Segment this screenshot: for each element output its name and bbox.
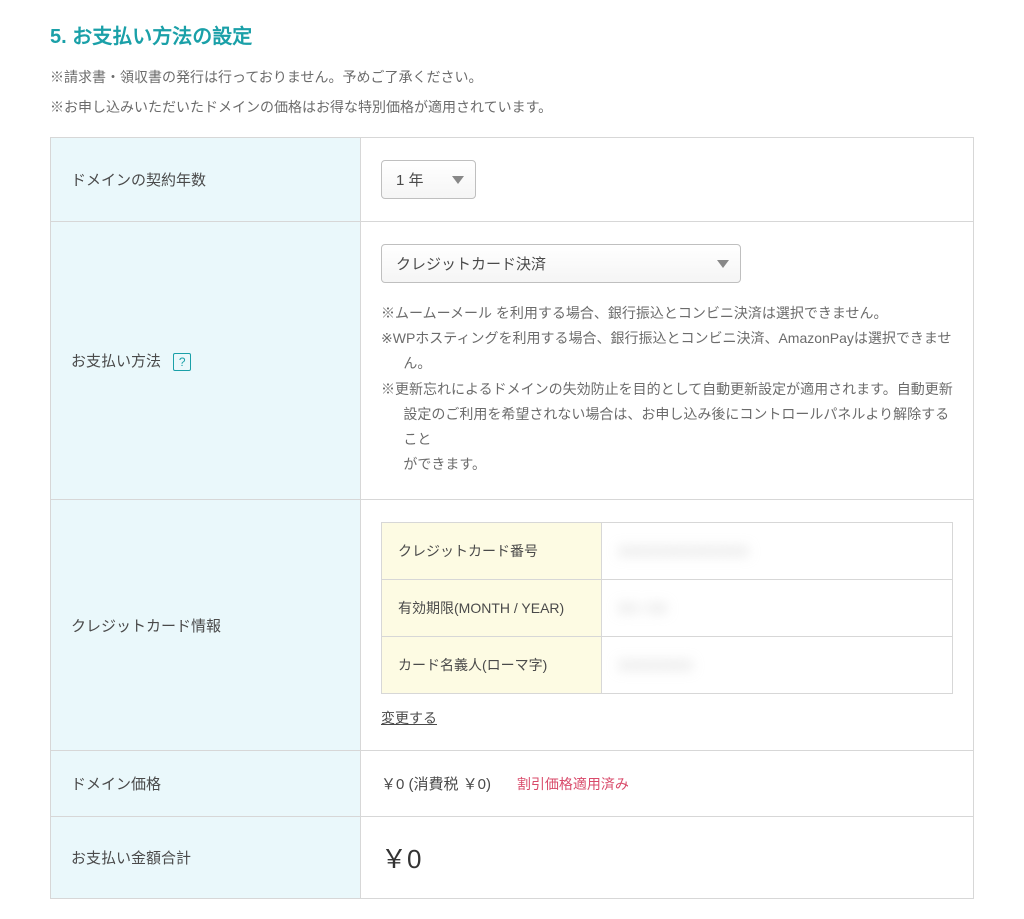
- payment-note-3c: ができます。: [381, 452, 953, 477]
- contract-years-select[interactable]: 1 年: [381, 160, 476, 199]
- discount-applied-badge: 割引価格適用済み: [517, 776, 629, 792]
- card-expiry-value: XX / XX: [602, 580, 953, 637]
- payment-method-notes: ※ムームーメール を利用する場合、銀行振込とコンビニ決済は選択できません。 ※W…: [381, 301, 953, 477]
- domain-price-text: ￥0 (消費税 ￥0): [381, 776, 491, 793]
- payment-note-3a: ※更新忘れによるドメインの失効防止を目的として自動更新設定が適用されます。自動更…: [381, 377, 953, 402]
- card-holder-label: カード名義人(ローマ字): [382, 637, 602, 694]
- payment-method-label-text: お支払い方法: [71, 353, 161, 370]
- note-discount: ※お申し込みいただいたドメインの価格はお得な特別価格が適用されています。: [50, 97, 974, 117]
- section-title: 5. お支払い方法の設定: [50, 20, 974, 49]
- card-expiry-label: 有効期限(MONTH / YEAR): [382, 580, 602, 637]
- payment-note-2a: ※WPホスティングを利用する場合、銀行振込とコンビニ決済、AmazonPayは選…: [381, 326, 953, 351]
- card-number-value: XXXXXXXXXXXXXX: [602, 523, 953, 580]
- payment-note-2b: ん。: [381, 351, 953, 376]
- row-label-domain-price: ドメイン価格: [51, 751, 361, 817]
- contract-years-value: 1 年: [381, 160, 476, 199]
- card-info-table: クレジットカード番号 XXXXXXXXXXXXXX 有効期限(MONTH / Y…: [381, 522, 953, 694]
- row-label-card-info: クレジットカード情報: [51, 500, 361, 751]
- note-invoice: ※請求書・領収書の発行は行っておりません。予めご了承ください。: [50, 67, 974, 87]
- help-icon[interactable]: ?: [173, 353, 191, 371]
- card-number-label: クレジットカード番号: [382, 523, 602, 580]
- change-card-link[interactable]: 変更する: [381, 708, 437, 728]
- payment-note-1: ※ムームーメール を利用する場合、銀行振込とコンビニ決済は選択できません。: [381, 301, 953, 326]
- payment-method-value: クレジットカード決済: [381, 244, 741, 283]
- row-label-contract-years: ドメインの契約年数: [51, 138, 361, 222]
- row-label-payment-method: お支払い方法 ?: [51, 222, 361, 500]
- payment-settings-table: ドメインの契約年数 1 年 お支払い方法 ? クレジットカード決済 ※ムームーメ…: [50, 137, 974, 899]
- row-label-total: お支払い金額合計: [51, 817, 361, 899]
- total-amount: ￥0: [381, 844, 421, 874]
- card-holder-value: XXXXXXXX: [602, 637, 953, 694]
- payment-note-3b: 設定のご利用を希望されない場合は、お申し込み後にコントロールパネルより解除するこ…: [381, 402, 953, 452]
- payment-method-select[interactable]: クレジットカード決済: [381, 244, 741, 283]
